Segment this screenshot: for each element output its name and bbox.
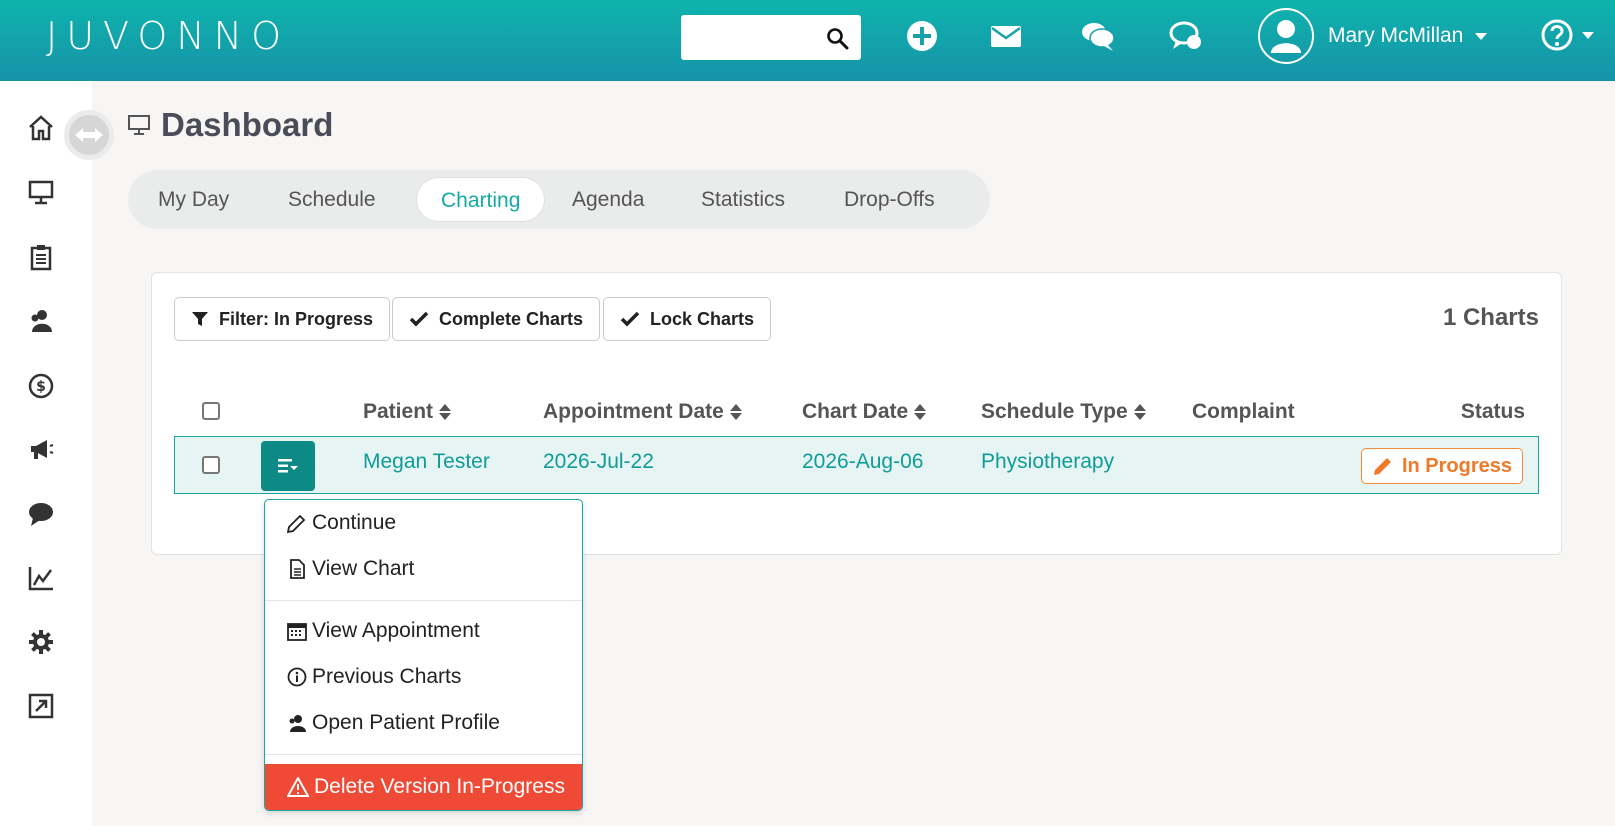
mail-icon[interactable]: [988, 18, 1024, 54]
charts-count: 1 Charts: [1442, 304, 1539, 331]
statistics-icon[interactable]: [27, 564, 55, 592]
column-header-status: Status: [1460, 400, 1525, 423]
chat-icon[interactable]: [1080, 18, 1116, 54]
gear-icon[interactable]: [27, 628, 55, 656]
filter-button[interactable]: Filter: In Progress: [174, 297, 391, 341]
tab-my-day[interactable]: My Day: [134, 177, 253, 222]
clipboard-icon[interactable]: [27, 243, 55, 271]
chevron-down-icon: [1475, 32, 1488, 40]
avatar: [1258, 8, 1314, 64]
row-checkbox[interactable]: [202, 456, 220, 474]
column-header-schedule-type[interactable]: Schedule Type: [981, 400, 1146, 424]
row-actions-menu: Continue View Chart View Appointment Pre…: [264, 499, 583, 811]
app-logo[interactable]: JUVONNO: [46, 14, 290, 58]
list-dropdown-icon: [278, 459, 298, 473]
select-all-checkbox[interactable]: [202, 402, 220, 420]
message-icon[interactable]: [27, 500, 55, 528]
menu-item-continue[interactable]: Continue: [265, 503, 582, 543]
top-bar: JUVONNO Mary McMillan: [0, 0, 1615, 81]
filter-icon: [192, 312, 208, 326]
pencil-icon: [1373, 458, 1391, 475]
add-icon[interactable]: [904, 18, 940, 54]
menu-divider: [265, 600, 582, 601]
calendar-icon: [287, 623, 307, 641]
patient-name-link[interactable]: Megan Tester: [363, 450, 490, 474]
monitor-icon: [128, 115, 150, 135]
menu-item-delete-version[interactable]: Delete Version In-Progress: [265, 764, 582, 810]
row-actions-button[interactable]: [261, 441, 315, 491]
tab-drop-offs[interactable]: Drop-Offs: [820, 177, 959, 222]
user-name: Mary McMillan: [1328, 24, 1464, 47]
document-icon: [290, 559, 305, 579]
schedule-type: Physiotherapy: [981, 450, 1115, 473]
page-title: Dashboard: [127, 106, 333, 144]
help-menu[interactable]: [1540, 18, 1594, 52]
arrows-horizontal-icon: [75, 128, 103, 142]
appointment-date: 2026-Jul-22: [543, 450, 654, 473]
check-icon: [620, 311, 640, 327]
sort-icon: [439, 404, 452, 420]
patients-icon: [289, 715, 306, 732]
menu-item-previous-charts[interactable]: Previous Charts: [265, 657, 582, 697]
info-icon: [287, 667, 307, 687]
complete-charts-button[interactable]: Complete Charts: [392, 297, 601, 341]
column-header-patient[interactable]: Patient: [363, 400, 452, 424]
chevron-down-icon: [1582, 31, 1594, 39]
support-chat-icon[interactable]: [1168, 18, 1204, 54]
chart-date: 2026-Aug-06: [802, 450, 924, 473]
sidebar: $: [0, 81, 92, 826]
svg-text:$: $: [36, 379, 46, 395]
column-header-complaint: Complaint: [1192, 400, 1295, 423]
warning-icon: [287, 777, 309, 797]
patients-icon[interactable]: [27, 307, 55, 335]
tab-statistics[interactable]: Statistics: [677, 177, 809, 222]
user-icon: [1271, 20, 1301, 53]
menu-item-view-appointment[interactable]: View Appointment: [265, 611, 582, 651]
search-input[interactable]: [681, 15, 861, 60]
billing-icon[interactable]: $: [27, 372, 55, 400]
search-icon[interactable]: [825, 26, 849, 50]
external-link-icon[interactable]: [27, 692, 55, 720]
menu-item-open-patient-profile[interactable]: Open Patient Profile: [265, 703, 582, 743]
megaphone-icon[interactable]: [27, 435, 55, 463]
sort-icon: [914, 404, 927, 420]
check-icon: [409, 311, 429, 327]
lock-charts-button[interactable]: Lock Charts: [603, 297, 772, 341]
sort-icon: [729, 404, 742, 420]
tab-schedule[interactable]: Schedule: [264, 177, 400, 222]
table-row[interactable]: Megan Tester 2026-Jul-22 2026-Aug-06 Phy…: [174, 436, 1539, 494]
column-header-appointment-date[interactable]: Appointment Date: [543, 400, 742, 424]
tab-charting[interactable]: Charting: [416, 177, 546, 222]
help-icon: [1541, 19, 1573, 51]
status-badge[interactable]: In Progress: [1360, 448, 1523, 484]
collapse-sidebar-button[interactable]: [64, 110, 114, 160]
monitor-icon[interactable]: [27, 178, 55, 206]
pencil-icon: [287, 514, 306, 533]
column-header-chart-date[interactable]: Chart Date: [802, 400, 927, 424]
menu-item-view-chart[interactable]: View Chart: [265, 549, 582, 589]
menu-divider: [265, 754, 582, 755]
tab-agenda[interactable]: Agenda: [548, 177, 668, 222]
dashboard-tabs: My Day Schedule Charting Agenda Statisti…: [128, 170, 990, 229]
sort-icon: [1133, 404, 1146, 420]
home-icon[interactable]: [27, 114, 55, 142]
user-menu[interactable]: Mary McMillan: [1258, 8, 1488, 64]
